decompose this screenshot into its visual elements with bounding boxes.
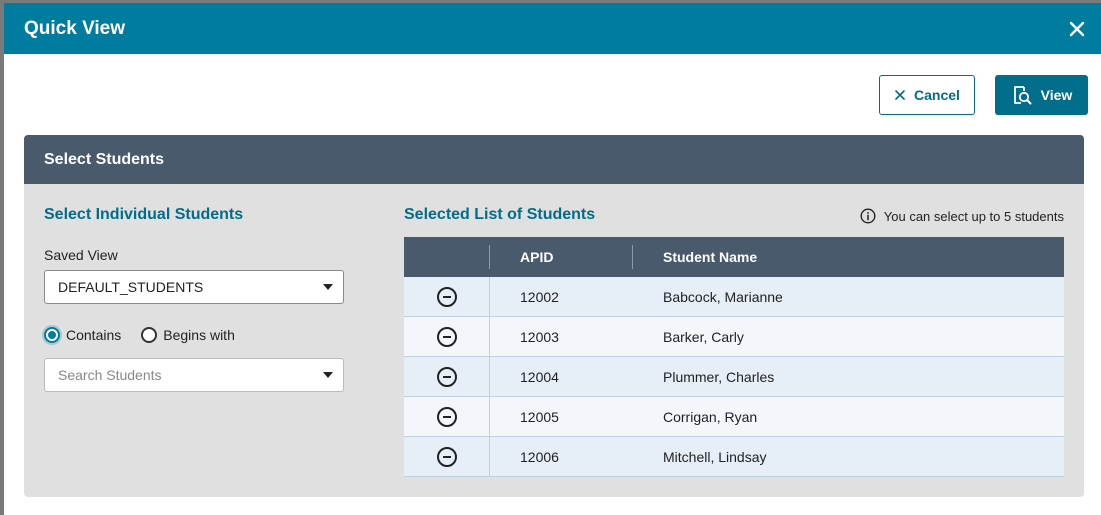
column-header-student-name: Student Name <box>663 249 758 265</box>
saved-view-dropdown[interactable]: DEFAULT_STUDENTS <box>44 270 344 304</box>
column-divider <box>632 245 633 269</box>
selected-list-title: Selected List of Students <box>404 206 596 223</box>
remove-circle-icon[interactable] <box>436 406 457 427</box>
quick-view-modal: Quick View Cancel View Select Students S… <box>4 3 1101 515</box>
search-students-input[interactable]: Search Students <box>44 358 344 392</box>
x-icon <box>895 90 905 100</box>
radio-begins-with-indicator[interactable] <box>141 327 158 343</box>
radio-contains-label: Contains <box>66 327 122 343</box>
selection-limit-note: You can select up to 5 students <box>860 208 1064 224</box>
chevron-down-icon <box>323 372 333 378</box>
remove-cell <box>404 277 490 316</box>
apid-cell: 12005 <box>520 408 559 425</box>
remove-cell <box>404 357 490 396</box>
saved-view-label: Saved View <box>44 247 118 263</box>
column-divider <box>489 245 490 269</box>
selected-students-table: APID Student Name 12002 Babcock, Mariann… <box>404 237 1064 477</box>
select-students-panel: Select Students Select Individual Studen… <box>24 135 1084 497</box>
remove-circle-icon[interactable] <box>436 366 457 387</box>
remove-cell <box>404 317 490 356</box>
modal-toolbar: Cancel View <box>879 75 1088 115</box>
saved-view-value: DEFAULT_STUDENTS <box>58 279 204 295</box>
apid-cell: 12003 <box>520 328 559 345</box>
table-row: 12003 Barker, Carly <box>404 317 1064 357</box>
close-icon[interactable] <box>1063 15 1091 43</box>
match-mode-radios: Contains Begins with <box>44 327 235 343</box>
modal-titlebar: Quick View <box>4 3 1101 54</box>
student-name-cell: Mitchell, Lindsay <box>663 448 767 465</box>
info-icon <box>860 208 876 224</box>
column-header-apid: APID <box>520 249 554 265</box>
chevron-down-icon <box>323 284 333 290</box>
panel-header: Select Students <box>24 135 1084 184</box>
apid-cell: 12004 <box>520 368 559 385</box>
student-name-cell: Babcock, Marianne <box>663 288 783 305</box>
view-button[interactable]: View <box>995 75 1088 115</box>
table-row: 12004 Plummer, Charles <box>404 357 1064 397</box>
student-name-cell: Barker, Carly <box>663 328 744 345</box>
apid-cell: 12006 <box>520 448 559 465</box>
modal-title: Quick View <box>24 17 126 39</box>
select-individual-students-title: Select Individual Students <box>44 206 244 223</box>
document-search-icon <box>1013 86 1032 105</box>
view-button-label: View <box>1040 87 1073 103</box>
table-row: 12006 Mitchell, Lindsay <box>404 437 1064 477</box>
table-row: 12002 Babcock, Marianne <box>404 277 1064 317</box>
table-row: 12005 Corrigan, Ryan <box>404 397 1064 437</box>
radio-begins-with[interactable]: Begins with <box>141 327 235 343</box>
remove-circle-icon[interactable] <box>436 326 457 347</box>
search-students-placeholder: Search Students <box>58 367 162 383</box>
remove-circle-icon[interactable] <box>436 446 457 467</box>
remove-cell <box>404 397 490 436</box>
remove-cell <box>404 437 490 476</box>
cancel-button-label: Cancel <box>914 87 960 103</box>
table-header: APID Student Name <box>404 237 1064 277</box>
student-name-cell: Plummer, Charles <box>663 368 775 385</box>
student-name-cell: Corrigan, Ryan <box>663 408 758 425</box>
cancel-button[interactable]: Cancel <box>879 75 975 115</box>
radio-contains-indicator[interactable] <box>44 327 60 343</box>
radio-contains[interactable]: Contains <box>44 327 121 343</box>
radio-begins-with-label: Begins with <box>163 327 235 343</box>
selection-limit-text: You can select up to 5 students <box>883 208 1064 224</box>
remove-circle-icon[interactable] <box>436 286 457 307</box>
apid-cell: 12002 <box>520 288 559 305</box>
